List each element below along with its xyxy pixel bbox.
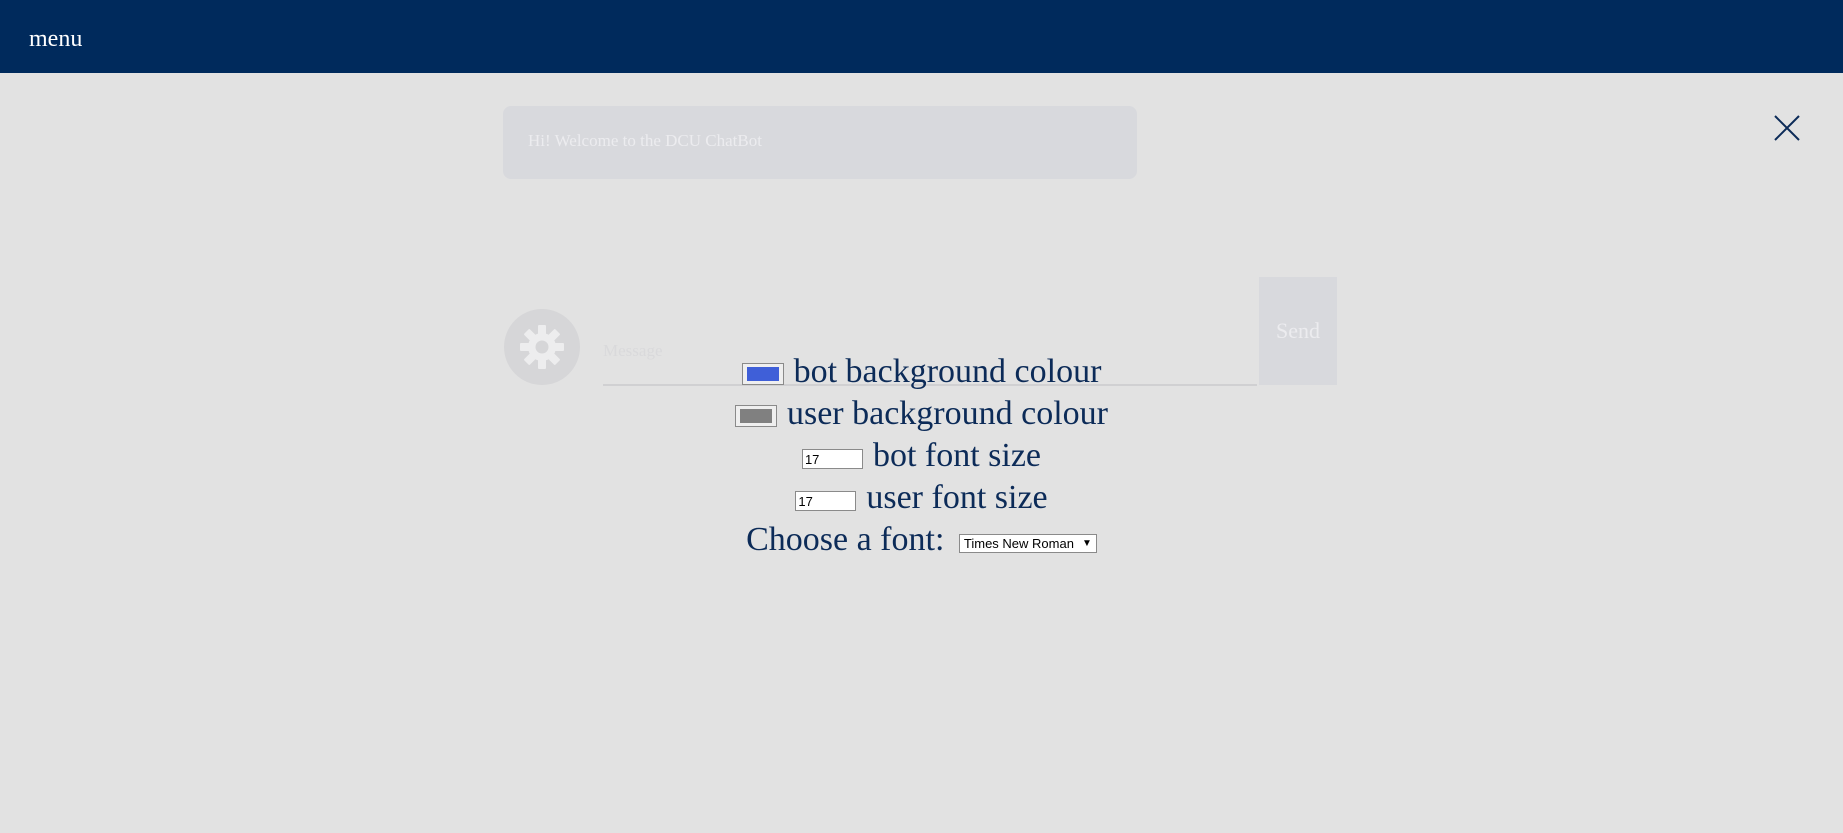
- bot-color-swatch: [746, 367, 779, 382]
- user-color-swatch: [739, 409, 772, 424]
- bot-font-size-input[interactable]: [801, 449, 863, 470]
- close-settings-button[interactable]: [1772, 113, 1802, 143]
- font-choice-label: Choose a font:: [746, 521, 945, 559]
- settings-panel: bot background colour user background co…: [0, 349, 1843, 559]
- bot-background-color-picker[interactable]: [741, 363, 784, 386]
- user-background-color-picker[interactable]: [734, 405, 777, 428]
- font-select[interactable]: Times New Roman ▼: [958, 533, 1097, 553]
- bot-message-bubble: Hi! Welcome to the DCU ChatBot: [503, 106, 1137, 179]
- bot-background-row: bot background colour: [0, 349, 1843, 391]
- dropdown-arrow-icon: ▼: [1082, 537, 1092, 549]
- menu-button[interactable]: menu: [29, 26, 82, 53]
- user-background-row: user background colour: [0, 391, 1843, 433]
- bot-background-label: bot background colour: [793, 353, 1102, 391]
- top-nav-bar: menu: [0, 0, 1843, 73]
- font-choice-row: Choose a font: Times New Roman ▼: [0, 517, 1843, 559]
- user-font-size-row: user font size: [0, 475, 1843, 517]
- font-select-value: Times New Roman: [963, 535, 1074, 551]
- bot-font-size-row: bot font size: [0, 433, 1843, 475]
- close-icon: [1774, 115, 1800, 141]
- user-font-size-input[interactable]: [795, 491, 857, 512]
- user-font-size-label: user font size: [866, 479, 1048, 517]
- welcome-message: Hi! Welcome to the DCU ChatBot: [528, 131, 762, 150]
- user-background-label: user background colour: [786, 395, 1108, 433]
- bot-font-size-label: bot font size: [872, 437, 1042, 475]
